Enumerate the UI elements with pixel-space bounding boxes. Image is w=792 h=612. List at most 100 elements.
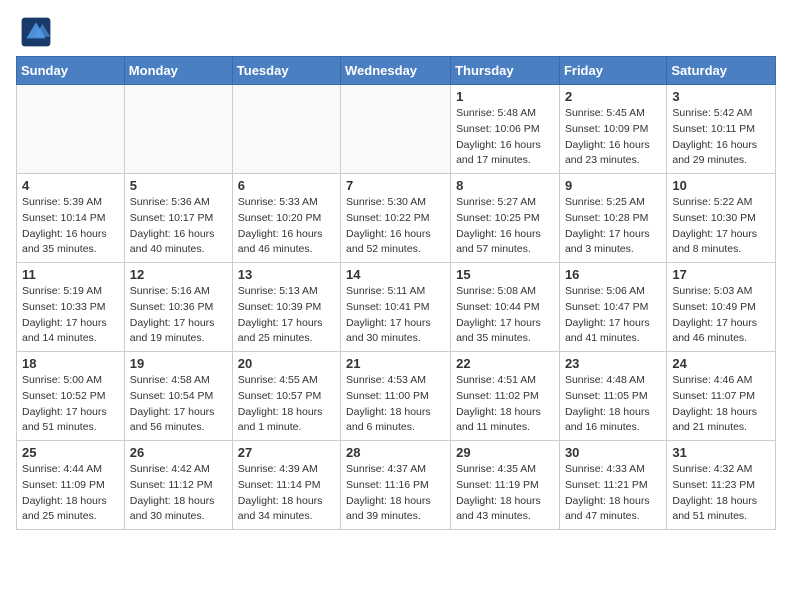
calendar-cell: 27 Sunrise: 4:39 AM Sunset: 11:14 PM Dayl… <box>232 441 340 530</box>
day-number: 20 <box>238 356 335 371</box>
calendar-cell: 2Sunrise: 5:45 AM Sunset: 10:09 PM Dayli… <box>559 85 666 174</box>
calendar-header-row: SundayMondayTuesdayWednesdayThursdayFrid… <box>17 57 776 85</box>
day-info: Sunrise: 5:22 AM Sunset: 10:30 PM Daylig… <box>672 195 770 258</box>
day-info: Sunrise: 4:48 AM Sunset: 11:05 PM Daylig… <box>565 373 661 436</box>
day-number: 4 <box>22 178 119 193</box>
calendar-cell: 30Sunrise: 4:33 AM Sunset: 11:21 PM Dayl… <box>559 441 666 530</box>
day-number: 7 <box>346 178 445 193</box>
day-info: Sunrise: 5:36 AM Sunset: 10:17 PM Daylig… <box>130 195 227 258</box>
calendar-cell: 4 Sunrise: 5:39 AM Sunset: 10:14 PM Dayli… <box>17 174 125 263</box>
calendar-cell: 18 Sunrise: 5:00 AM Sunset: 10:52 PM Dayl… <box>17 352 125 441</box>
day-info: Sunrise: 5:39 AM Sunset: 10:14 PM Daylig… <box>22 195 119 258</box>
calendar-cell: 1 Sunrise: 5:48 AM Sunset: 10:06 PM Dayli… <box>451 85 560 174</box>
day-number: 9 <box>565 178 661 193</box>
calendar-cell: 20 Sunrise: 4:55 AM Sunset: 10:57 PM Dayl… <box>232 352 340 441</box>
day-info: Sunrise: 4:44 AM Sunset: 11:09 PM Daylig… <box>22 462 119 525</box>
day-number: 22 <box>456 356 554 371</box>
calendar-cell: 9 Sunrise: 5:25 AM Sunset: 10:28 PM Dayli… <box>559 174 666 263</box>
calendar-cell: 17Sunrise: 5:03 AM Sunset: 10:49 PM Dayl… <box>667 263 776 352</box>
day-number: 2 <box>565 89 661 104</box>
day-info: Sunrise: 4:58 AM Sunset: 10:54 PM Daylig… <box>130 373 227 436</box>
calendar-cell: 3 Sunrise: 5:42 AM Sunset: 10:11 PM Dayli… <box>667 85 776 174</box>
day-number: 18 <box>22 356 119 371</box>
day-number: 27 <box>238 445 335 460</box>
calendar-cell: 25 Sunrise: 4:44 AM Sunset: 11:09 PM Dayl… <box>17 441 125 530</box>
calendar-cell <box>232 85 340 174</box>
day-info: Sunrise: 5:25 AM Sunset: 10:28 PM Daylig… <box>565 195 661 258</box>
calendar-cell: 12 Sunrise: 5:16 AM Sunset: 10:36 PM Dayl… <box>124 263 232 352</box>
day-info: Sunrise: 5:00 AM Sunset: 10:52 PM Daylig… <box>22 373 119 436</box>
day-number: 29 <box>456 445 554 460</box>
calendar-cell: 23 Sunrise: 4:48 AM Sunset: 11:05 PM Dayl… <box>559 352 666 441</box>
day-info: Sunrise: 5:48 AM Sunset: 10:06 PM Daylig… <box>456 106 554 169</box>
calendar-cell: 15 Sunrise: 5:08 AM Sunset: 10:44 PM Dayl… <box>451 263 560 352</box>
day-number: 5 <box>130 178 227 193</box>
day-number: 30 <box>565 445 661 460</box>
day-number: 24 <box>672 356 770 371</box>
day-info: Sunrise: 5:19 AM Sunset: 10:33 PM Daylig… <box>22 284 119 347</box>
calendar-cell: 10Sunrise: 5:22 AM Sunset: 10:30 PM Dayl… <box>667 174 776 263</box>
day-header-sunday: Sunday <box>17 57 125 85</box>
page-container: SundayMondayTuesdayWednesdayThursdayFrid… <box>0 0 792 538</box>
page-header <box>0 0 792 56</box>
day-info: Sunrise: 4:37 AM Sunset: 11:16 PM Daylig… <box>346 462 445 525</box>
day-info: Sunrise: 4:55 AM Sunset: 10:57 PM Daylig… <box>238 373 335 436</box>
calendar-cell: 24 Sunrise: 4:46 AM Sunset: 11:07 PM Dayl… <box>667 352 776 441</box>
day-info: Sunrise: 4:32 AM Sunset: 11:23 PM Daylig… <box>672 462 770 525</box>
calendar-week-2: 4 Sunrise: 5:39 AM Sunset: 10:14 PM Dayli… <box>17 174 776 263</box>
day-info: Sunrise: 4:35 AM Sunset: 11:19 PM Daylig… <box>456 462 554 525</box>
calendar-table: SundayMondayTuesdayWednesdayThursdayFrid… <box>16 56 776 530</box>
calendar-cell: 6 Sunrise: 5:33 AM Sunset: 10:20 PM Dayli… <box>232 174 340 263</box>
day-number: 1 <box>456 89 554 104</box>
day-info: Sunrise: 4:46 AM Sunset: 11:07 PM Daylig… <box>672 373 770 436</box>
day-number: 23 <box>565 356 661 371</box>
day-number: 16 <box>565 267 661 282</box>
day-number: 26 <box>130 445 227 460</box>
day-number: 3 <box>672 89 770 104</box>
calendar-cell: 19 Sunrise: 4:58 AM Sunset: 10:54 PM Dayl… <box>124 352 232 441</box>
day-number: 19 <box>130 356 227 371</box>
calendar-cell <box>124 85 232 174</box>
day-header-thursday: Thursday <box>451 57 560 85</box>
day-info: Sunrise: 4:42 AM Sunset: 11:12 PM Daylig… <box>130 462 227 525</box>
logo-icon <box>20 16 52 48</box>
day-number: 15 <box>456 267 554 282</box>
day-header-saturday: Saturday <box>667 57 776 85</box>
day-number: 13 <box>238 267 335 282</box>
day-number: 8 <box>456 178 554 193</box>
day-info: Sunrise: 5:06 AM Sunset: 10:47 PM Daylig… <box>565 284 661 347</box>
day-info: Sunrise: 5:11 AM Sunset: 10:41 PM Daylig… <box>346 284 445 347</box>
calendar-cell: 14Sunrise: 5:11 AM Sunset: 10:41 PM Dayl… <box>341 263 451 352</box>
day-info: Sunrise: 4:51 AM Sunset: 11:02 PM Daylig… <box>456 373 554 436</box>
day-info: Sunrise: 5:42 AM Sunset: 10:11 PM Daylig… <box>672 106 770 169</box>
day-info: Sunrise: 5:27 AM Sunset: 10:25 PM Daylig… <box>456 195 554 258</box>
day-number: 6 <box>238 178 335 193</box>
calendar-cell: 8 Sunrise: 5:27 AM Sunset: 10:25 PM Dayli… <box>451 174 560 263</box>
calendar-week-5: 25 Sunrise: 4:44 AM Sunset: 11:09 PM Dayl… <box>17 441 776 530</box>
calendar-cell: 5 Sunrise: 5:36 AM Sunset: 10:17 PM Dayli… <box>124 174 232 263</box>
day-info: Sunrise: 5:08 AM Sunset: 10:44 PM Daylig… <box>456 284 554 347</box>
day-header-wednesday: Wednesday <box>341 57 451 85</box>
day-number: 25 <box>22 445 119 460</box>
day-header-friday: Friday <box>559 57 666 85</box>
day-number: 31 <box>672 445 770 460</box>
day-info: Sunrise: 5:33 AM Sunset: 10:20 PM Daylig… <box>238 195 335 258</box>
day-info: Sunrise: 5:03 AM Sunset: 10:49 PM Daylig… <box>672 284 770 347</box>
day-info: Sunrise: 4:53 AM Sunset: 11:00 PM Daylig… <box>346 373 445 436</box>
calendar-week-1: 1 Sunrise: 5:48 AM Sunset: 10:06 PM Dayli… <box>17 85 776 174</box>
calendar-cell: 16 Sunrise: 5:06 AM Sunset: 10:47 PM Dayl… <box>559 263 666 352</box>
day-number: 12 <box>130 267 227 282</box>
calendar-cell: 13Sunrise: 5:13 AM Sunset: 10:39 PM Dayl… <box>232 263 340 352</box>
calendar-week-4: 18 Sunrise: 5:00 AM Sunset: 10:52 PM Dayl… <box>17 352 776 441</box>
day-number: 28 <box>346 445 445 460</box>
calendar-cell: 26 Sunrise: 4:42 AM Sunset: 11:12 PM Dayl… <box>124 441 232 530</box>
day-header-monday: Monday <box>124 57 232 85</box>
calendar-cell: 29 Sunrise: 4:35 AM Sunset: 11:19 PM Dayl… <box>451 441 560 530</box>
calendar-week-3: 11Sunrise: 5:19 AM Sunset: 10:33 PM Dayl… <box>17 263 776 352</box>
day-info: Sunrise: 5:30 AM Sunset: 10:22 PM Daylig… <box>346 195 445 258</box>
calendar-cell <box>341 85 451 174</box>
calendar-wrap: SundayMondayTuesdayWednesdayThursdayFrid… <box>0 56 792 538</box>
calendar-cell <box>17 85 125 174</box>
day-info: Sunrise: 5:16 AM Sunset: 10:36 PM Daylig… <box>130 284 227 347</box>
day-info: Sunrise: 4:39 AM Sunset: 11:14 PM Daylig… <box>238 462 335 525</box>
